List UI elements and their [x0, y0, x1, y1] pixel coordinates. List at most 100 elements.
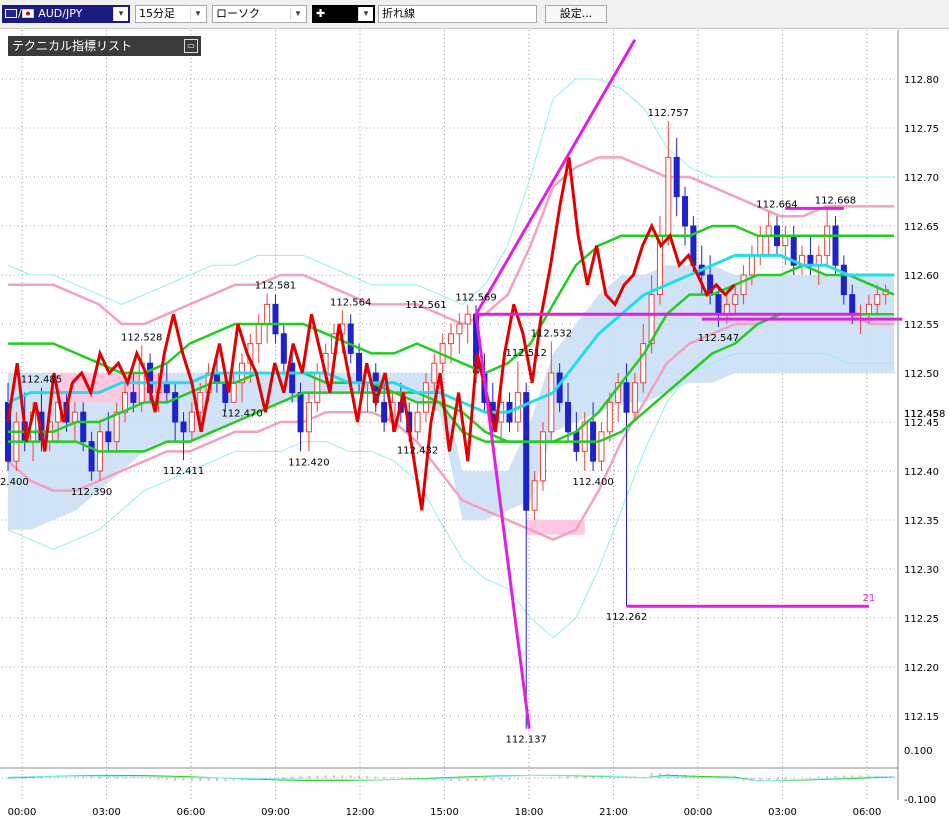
oscillator-bar [190, 778, 193, 782]
oscillator-bar [784, 778, 787, 780]
candle-body [682, 196, 689, 227]
x-tick-label: 03:00 [768, 807, 797, 818]
price-annotation: 112.561 [405, 300, 446, 311]
candle-body [188, 411, 195, 433]
price-annotation: 112.400 [572, 477, 613, 488]
oscillator-bar [349, 775, 352, 779]
x-tick-label: 09:00 [261, 807, 290, 818]
x-tick-label: 12:00 [346, 807, 375, 818]
indicator-list-title: テクニカル指標リスト [12, 39, 133, 53]
x-tick-label: 00:00 [684, 807, 713, 818]
x-tick-label: 06:00 [177, 807, 206, 818]
candle-body [740, 274, 747, 296]
candle-body [356, 352, 363, 384]
y-tick-label: 112.55 [904, 320, 939, 331]
candle-body [230, 382, 237, 403]
oscillator-y-tick-label: 0.100 [904, 746, 933, 757]
y-tick-label: 112.15 [904, 712, 939, 723]
candle-body [865, 303, 872, 315]
candle-body [289, 362, 296, 394]
candle-body [180, 421, 187, 433]
candle-body [88, 441, 95, 472]
candle-body [71, 411, 78, 423]
oscillator-bar [558, 776, 561, 779]
candle-body [305, 401, 312, 433]
y-tick-label: 112.35 [904, 516, 939, 527]
oscillator-bar [516, 778, 519, 780]
candle-body [548, 372, 555, 433]
oscillator-bar [124, 777, 127, 779]
indicator-list-panel[interactable]: テクニカル指標リスト ▭ [8, 36, 201, 56]
candle-body [447, 333, 455, 345]
candlestick-chart[interactable]: 112.400 112.485 112.390 112.528 112.411 112.4… [0, 0, 949, 823]
x-tick-label: 15:00 [430, 807, 459, 818]
oscillator-bar [525, 778, 528, 779]
oscillator-bar [541, 777, 544, 779]
candle-body [105, 431, 112, 443]
x-tick-label: 03:00 [92, 807, 121, 818]
price-annotation: 112.668 [815, 195, 856, 206]
candle-body [255, 323, 262, 345]
oscillator-bar [767, 778, 770, 781]
oscillator-bar [282, 777, 285, 779]
candle-body [130, 392, 137, 403]
candle-body [531, 480, 538, 511]
x-tick-label: 00:00 [8, 807, 37, 818]
price-annotation: 112.664 [756, 199, 797, 210]
oscillator-bar [316, 775, 319, 779]
candle-body [606, 401, 613, 433]
candle-body [757, 235, 764, 256]
oscillator-bar [207, 778, 210, 782]
candle-body [874, 294, 881, 305]
candle-body [197, 392, 204, 413]
price-annotation: 112.262 [606, 612, 647, 623]
price-annotation: 112.547 [698, 333, 739, 344]
candle-body [824, 225, 831, 256]
x-axis: 00:00 03:00 06:00 09:00 12:00 15:00 18:00 21:00… [8, 807, 882, 818]
oscillator-bar [817, 776, 820, 779]
candle-body [539, 431, 546, 482]
oscillator-bar [491, 778, 494, 781]
y-tick-label: 112.20 [904, 663, 939, 674]
oscillator-bar [165, 778, 168, 781]
price-annotation: 112.432 [397, 446, 438, 457]
oscillator-bar [500, 778, 503, 781]
price-annotation: 112.528 [121, 333, 162, 344]
candle-body [456, 323, 463, 335]
candle-body [414, 411, 421, 433]
oscillator-bar [508, 778, 511, 780]
y-tick-label: 112.75 [904, 124, 939, 135]
y-tick-label: 112.60 [904, 271, 939, 282]
oscillator-bar [132, 777, 135, 779]
price-annotation: 112.400 [0, 477, 29, 488]
y-tick-label: 112.80 [904, 75, 939, 86]
oscillator-bar [801, 777, 804, 779]
oscillator-bar [399, 777, 402, 779]
oscillator-y-tick-label: -0.100 [904, 795, 936, 806]
y-tick-label: 112.30 [904, 565, 939, 576]
candle-body [565, 401, 572, 433]
oscillator-bar [391, 777, 394, 779]
candle-body [623, 382, 630, 413]
oscillator-bar [299, 776, 302, 779]
candle-body [673, 156, 680, 198]
oscillator-bar [533, 777, 536, 779]
oscillator-bar [792, 778, 795, 779]
price-annotation: 112.512 [506, 348, 547, 359]
candle-body [464, 313, 471, 325]
candle-body [381, 401, 388, 423]
y-axis: 112.80 112.75 112.70 112.65 112.60 112.55 112.… [897, 30, 945, 800]
price-annotation: 112.420 [288, 457, 329, 468]
candle-body [631, 382, 638, 413]
candle-body [832, 225, 839, 266]
price-annotation: 112.569 [455, 292, 496, 303]
oscillator-bar [199, 778, 202, 782]
minimize-icon[interactable]: ▭ [184, 39, 198, 53]
candle-body [665, 156, 672, 237]
oscillator-bar [775, 778, 778, 780]
candle-body [280, 333, 287, 364]
y-tick-label: 112.65 [904, 222, 939, 233]
oscillator-bar [157, 778, 160, 780]
candle-body [347, 323, 354, 354]
candle-body [849, 294, 856, 315]
